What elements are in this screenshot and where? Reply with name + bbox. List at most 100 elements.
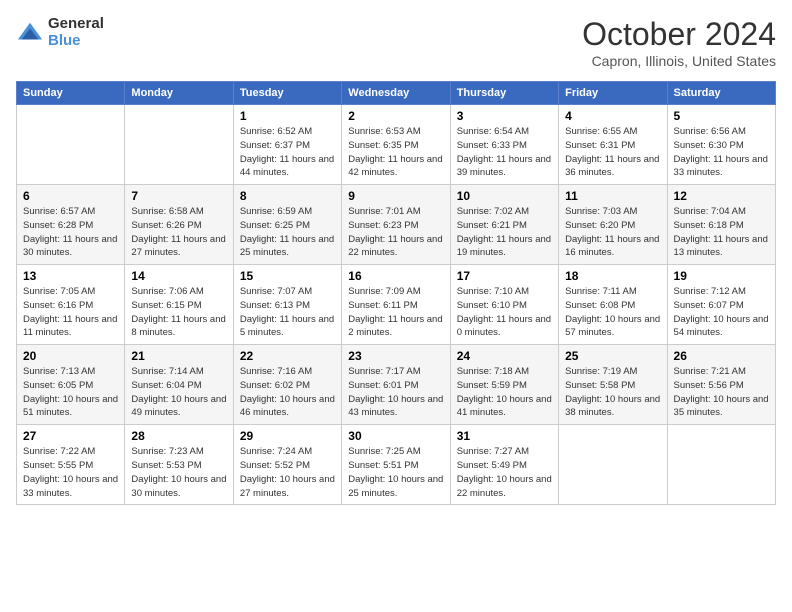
day-info: Sunrise: 6:57 AMSunset: 6:28 PMDaylight:… [23, 205, 118, 260]
calendar-header-row: SundayMondayTuesdayWednesdayThursdayFrid… [17, 82, 776, 105]
day-info: Sunrise: 7:25 AMSunset: 5:51 PMDaylight:… [348, 445, 443, 500]
calendar-cell: 18Sunrise: 7:11 AMSunset: 6:08 PMDayligh… [559, 265, 667, 345]
logo: General Blue [16, 16, 104, 49]
day-number: 24 [457, 349, 552, 363]
calendar-week-row: 13 Sunrise: 7:05 AMSunset: 6:16 PMDayligh… [17, 265, 776, 345]
location: Capron, Illinois, United States [582, 53, 776, 69]
day-header-friday: Friday [559, 82, 667, 105]
day-info: Sunrise: 7:07 AMSunset: 6:13 PMDaylight:… [240, 285, 335, 340]
day-info: Sunrise: 7:12 AMSunset: 6:07 PMDaylight:… [674, 285, 769, 340]
day-number: 12 [674, 189, 769, 203]
calendar-cell: 23 Sunrise: 7:17 AMSunset: 6:01 PMDayligh… [342, 345, 450, 425]
calendar-cell [125, 105, 233, 185]
day-number: 22 [240, 349, 335, 363]
day-number: 2 [348, 109, 443, 123]
day-info: Sunrise: 7:03 AMSunset: 6:20 PMDaylight:… [565, 205, 660, 260]
calendar-cell: 29Sunrise: 7:24 AMSunset: 5:52 PMDayligh… [233, 425, 341, 505]
day-header-monday: Monday [125, 82, 233, 105]
day-info: Sunrise: 7:22 AMSunset: 5:55 PMDaylight:… [23, 445, 118, 500]
logo-general: General [48, 16, 104, 33]
day-header-wednesday: Wednesday [342, 82, 450, 105]
calendar-week-row: 6 Sunrise: 6:57 AMSunset: 6:28 PMDaylight… [17, 185, 776, 265]
calendar-cell: 7 Sunrise: 6:58 AMSunset: 6:26 PMDaylight… [125, 185, 233, 265]
day-info: Sunrise: 7:09 AMSunset: 6:11 PMDaylight:… [348, 285, 443, 340]
day-header-saturday: Saturday [667, 82, 775, 105]
calendar-week-row: 27 Sunrise: 7:22 AMSunset: 5:55 PMDayligh… [17, 425, 776, 505]
day-number: 10 [457, 189, 552, 203]
day-number: 28 [131, 429, 226, 443]
calendar-cell: 31 Sunrise: 7:27 AMSunset: 5:49 PMDayligh… [450, 425, 558, 505]
day-info: Sunrise: 7:06 AMSunset: 6:15 PMDaylight:… [131, 285, 226, 340]
day-number: 7 [131, 189, 226, 203]
day-number: 5 [674, 109, 769, 123]
calendar-cell: 21 Sunrise: 7:14 AMSunset: 6:04 PMDayligh… [125, 345, 233, 425]
calendar-cell [17, 105, 125, 185]
calendar-cell: 10Sunrise: 7:02 AMSunset: 6:21 PMDayligh… [450, 185, 558, 265]
calendar-cell: 28 Sunrise: 7:23 AMSunset: 5:53 PMDayligh… [125, 425, 233, 505]
day-number: 21 [131, 349, 226, 363]
calendar-cell: 27 Sunrise: 7:22 AMSunset: 5:55 PMDayligh… [17, 425, 125, 505]
day-info: Sunrise: 7:16 AMSunset: 6:02 PMDaylight:… [240, 365, 335, 420]
calendar-week-row: 20Sunrise: 7:13 AMSunset: 6:05 PMDayligh… [17, 345, 776, 425]
day-number: 1 [240, 109, 335, 123]
day-number: 27 [23, 429, 118, 443]
calendar-cell: 15 Sunrise: 7:07 AMSunset: 6:13 PMDayligh… [233, 265, 341, 345]
calendar-cell: 17Sunrise: 7:10 AMSunset: 6:10 PMDayligh… [450, 265, 558, 345]
day-number: 31 [457, 429, 552, 443]
day-number: 19 [674, 269, 769, 283]
day-info: Sunrise: 7:10 AMSunset: 6:10 PMDaylight:… [457, 285, 552, 340]
day-number: 20 [23, 349, 118, 363]
day-info: Sunrise: 7:05 AMSunset: 6:16 PMDaylight:… [23, 285, 118, 340]
day-info: Sunrise: 7:14 AMSunset: 6:04 PMDaylight:… [131, 365, 226, 420]
day-info: Sunrise: 6:53 AMSunset: 6:35 PMDaylight:… [348, 125, 443, 180]
calendar-cell: 12 Sunrise: 7:04 AMSunset: 6:18 PMDayligh… [667, 185, 775, 265]
day-number: 16 [348, 269, 443, 283]
logo-text: General Blue [48, 16, 104, 49]
day-info: Sunrise: 6:56 AMSunset: 6:30 PMDaylight:… [674, 125, 769, 180]
day-number: 4 [565, 109, 660, 123]
day-number: 8 [240, 189, 335, 203]
day-info: Sunrise: 6:52 AMSunset: 6:37 PMDaylight:… [240, 125, 335, 180]
calendar-cell: 30 Sunrise: 7:25 AMSunset: 5:51 PMDayligh… [342, 425, 450, 505]
calendar-cell: 24 Sunrise: 7:18 AMSunset: 5:59 PMDayligh… [450, 345, 558, 425]
calendar-cell: 11 Sunrise: 7:03 AMSunset: 6:20 PMDayligh… [559, 185, 667, 265]
day-info: Sunrise: 7:23 AMSunset: 5:53 PMDaylight:… [131, 445, 226, 500]
calendar-cell: 26Sunrise: 7:21 AMSunset: 5:56 PMDayligh… [667, 345, 775, 425]
day-header-thursday: Thursday [450, 82, 558, 105]
day-info: Sunrise: 7:19 AMSunset: 5:58 PMDaylight:… [565, 365, 660, 420]
day-number: 11 [565, 189, 660, 203]
calendar-cell: 8Sunrise: 6:59 AMSunset: 6:25 PMDaylight… [233, 185, 341, 265]
day-number: 6 [23, 189, 118, 203]
day-info: Sunrise: 7:11 AMSunset: 6:08 PMDaylight:… [565, 285, 660, 340]
day-number: 9 [348, 189, 443, 203]
calendar-cell: 25 Sunrise: 7:19 AMSunset: 5:58 PMDayligh… [559, 345, 667, 425]
day-header-sunday: Sunday [17, 82, 125, 105]
page-header: General Blue October 2024 Capron, Illino… [16, 16, 776, 69]
day-number: 25 [565, 349, 660, 363]
calendar-cell: 2 Sunrise: 6:53 AMSunset: 6:35 PMDaylight… [342, 105, 450, 185]
day-number: 13 [23, 269, 118, 283]
day-info: Sunrise: 7:04 AMSunset: 6:18 PMDaylight:… [674, 205, 769, 260]
month-title: October 2024 [582, 16, 776, 53]
calendar-cell: 13 Sunrise: 7:05 AMSunset: 6:16 PMDayligh… [17, 265, 125, 345]
calendar-cell: 14 Sunrise: 7:06 AMSunset: 6:15 PMDayligh… [125, 265, 233, 345]
day-info: Sunrise: 7:17 AMSunset: 6:01 PMDaylight:… [348, 365, 443, 420]
day-number: 23 [348, 349, 443, 363]
logo-blue: Blue [48, 33, 104, 50]
day-number: 14 [131, 269, 226, 283]
calendar-week-row: 1 Sunrise: 6:52 AMSunset: 6:37 PMDaylight… [17, 105, 776, 185]
calendar-cell: 20Sunrise: 7:13 AMSunset: 6:05 PMDayligh… [17, 345, 125, 425]
day-info: Sunrise: 6:58 AMSunset: 6:26 PMDaylight:… [131, 205, 226, 260]
calendar-cell: 22 Sunrise: 7:16 AMSunset: 6:02 PMDayligh… [233, 345, 341, 425]
day-info: Sunrise: 7:18 AMSunset: 5:59 PMDaylight:… [457, 365, 552, 420]
day-number: 26 [674, 349, 769, 363]
day-number: 30 [348, 429, 443, 443]
calendar-table: SundayMondayTuesdayWednesdayThursdayFrid… [16, 81, 776, 505]
day-header-tuesday: Tuesday [233, 82, 341, 105]
day-info: Sunrise: 6:54 AMSunset: 6:33 PMDaylight:… [457, 125, 552, 180]
day-number: 3 [457, 109, 552, 123]
calendar-cell [667, 425, 775, 505]
day-number: 15 [240, 269, 335, 283]
day-info: Sunrise: 7:27 AMSunset: 5:49 PMDaylight:… [457, 445, 552, 500]
day-info: Sunrise: 7:01 AMSunset: 6:23 PMDaylight:… [348, 205, 443, 260]
